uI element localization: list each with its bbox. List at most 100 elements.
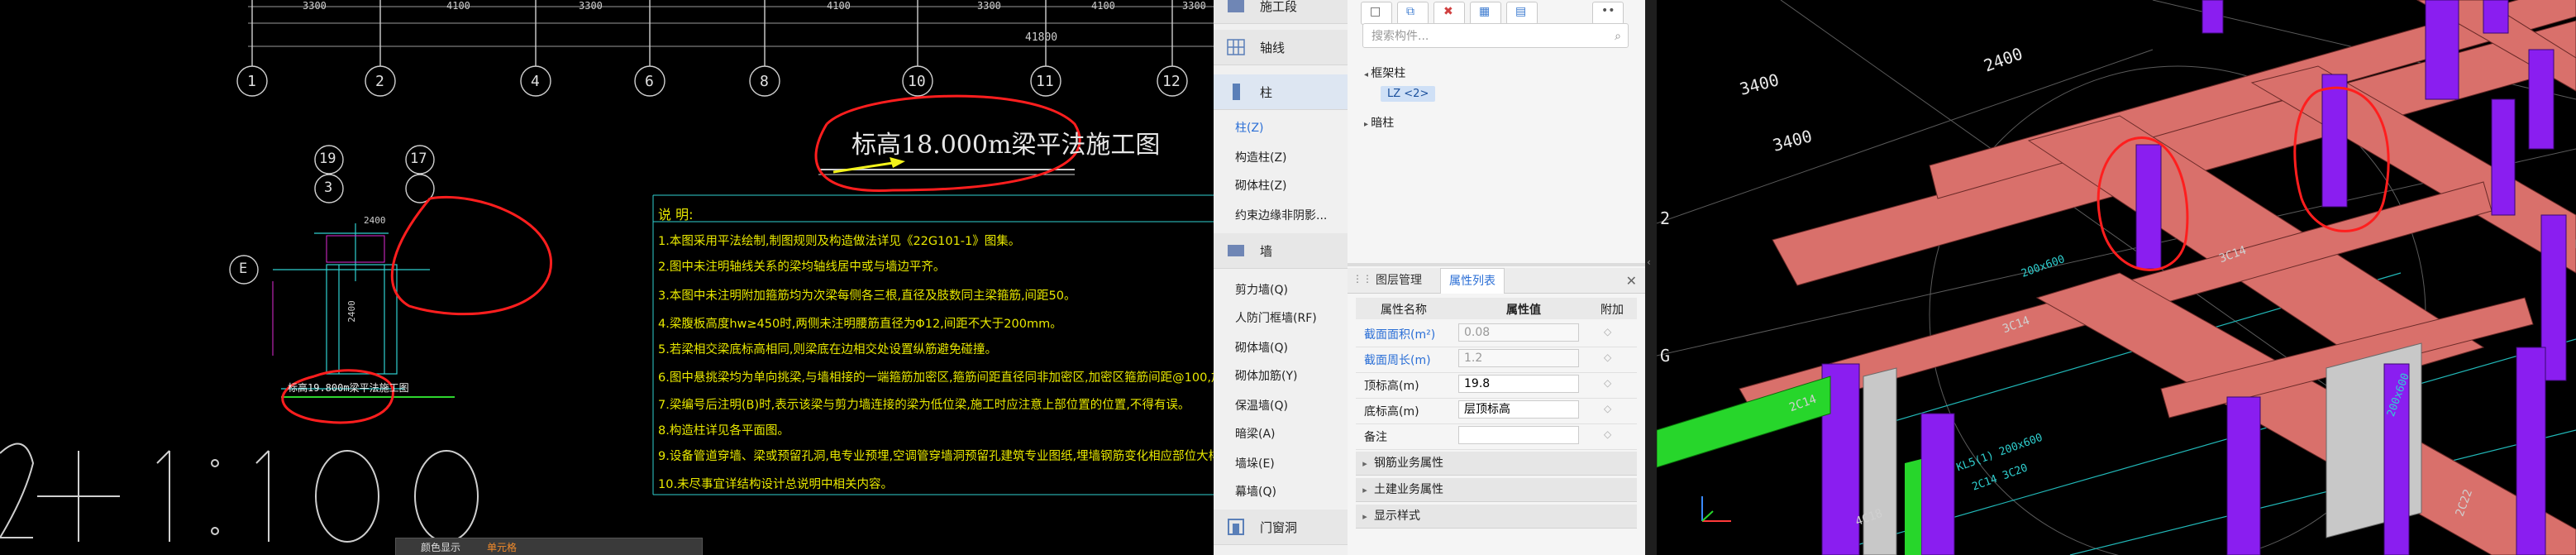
section-label: 钢筋业务属性 xyxy=(1374,457,1443,470)
row-value-input[interactable] xyxy=(1458,426,1579,444)
tree-node-dark-column[interactable]: ▸ 暗柱 xyxy=(1364,114,1394,131)
cad-status-toolbar[interactable]: 颜色显示 单元格 xyxy=(395,538,703,555)
tab-attribute-list[interactable]: 属性列表 xyxy=(1440,268,1505,294)
new-icon: □ xyxy=(1370,5,1381,18)
header-value: 属性值 xyxy=(1506,304,1541,317)
sidebar-item-column-z[interactable]: 柱(Z) xyxy=(1235,119,1264,136)
properties-tabs: ⋮⋮ 图层管理 属性列表 ✕ xyxy=(1348,268,1645,294)
selected-component-tag[interactable]: LZ <2> xyxy=(1381,86,1436,102)
tab-layer-management[interactable]: 图层管理 xyxy=(1367,268,1430,293)
group-door-window[interactable]: 门窗洞 xyxy=(1214,510,1348,545)
row-name: 截面面积(m²) xyxy=(1364,328,1436,342)
detail-dimension-a: 2400 xyxy=(364,215,386,226)
sidebar-item-hidden-beam[interactable]: 暗梁(A) xyxy=(1235,425,1276,442)
axis-label-11: 11 xyxy=(1036,73,1054,90)
sidebar-item-construction-column[interactable]: 构造柱(Z) xyxy=(1235,149,1287,165)
axis-label-19: 19 xyxy=(319,151,336,167)
group-construction-segment[interactable]: 施工段 xyxy=(1214,0,1348,24)
collapse-icon[interactable]: ‹ xyxy=(1647,256,1651,268)
row-value-input[interactable]: 19.8 xyxy=(1458,375,1579,393)
color-display-toggle[interactable]: 颜色显示 xyxy=(421,540,460,554)
axis-marker-G: G xyxy=(1660,346,1671,366)
axis-label-8: 8 xyxy=(760,73,769,90)
new-component-button[interactable]: □ xyxy=(1361,2,1392,25)
delete-button[interactable]: ✖ xyxy=(1433,2,1465,25)
tree-node-dark-column-label: 暗柱 xyxy=(1371,117,1395,130)
properties-panel: □ ⧉ ✖ ▦ ▤ •• 搜索构件... ⌕ ◂ 框架柱 LZ <2> ▸ 暗柱… xyxy=(1348,0,1645,555)
3d-model-viewport[interactable]: 3400 2400 3400 2 G 3C14 3C14 2C14 4C18 2… xyxy=(1657,0,2576,555)
sidebar-item-masonry-column[interactable]: 砌体柱(Z) xyxy=(1235,177,1287,194)
more-icon: •• xyxy=(1601,4,1615,17)
panel-splitter[interactable]: ‹ xyxy=(1645,0,1657,555)
component-search-input[interactable]: 搜索构件... ⌕ xyxy=(1362,23,1629,48)
group-wall[interactable]: 墙 xyxy=(1214,233,1348,269)
table-row: 备注 ◇ xyxy=(1356,423,1637,450)
note-line-4: 4.梁腹板高度hw≥450时,两侧未注明腰筋直径为Φ12,间距不大于200mm。 xyxy=(658,318,1062,331)
note-line-7: 7.梁编号后注明(B)时,表示该梁与剪力墙连接的梁为低位梁,施工时应注意上部位置… xyxy=(658,399,1190,412)
more-button[interactable]: •• xyxy=(1592,2,1624,25)
sidebar-item-insulation-wall[interactable]: 保温墙(Q) xyxy=(1235,397,1288,414)
section-rebar-attributes[interactable]: ▸ 钢筋业务属性 xyxy=(1356,452,1637,476)
filter-button[interactable]: ▤ xyxy=(1506,2,1538,25)
row-checkbox[interactable]: ◇ xyxy=(1604,403,1611,414)
dimension-3300-a: 3300 xyxy=(303,0,327,12)
chevron-right-icon: ▸ xyxy=(1362,511,1367,522)
table-row: 截面面积(m²) 0.08 ◇ xyxy=(1356,321,1637,347)
note-line-5: 5.若梁相交梁底标高相同,则梁底在边相交处设置纵筋避免碰撞。 xyxy=(658,343,997,356)
search-placeholder: 搜索构件... xyxy=(1371,30,1429,43)
row-checkbox[interactable]: ◇ xyxy=(1604,326,1611,337)
total-dimension: 41800 xyxy=(1025,31,1058,44)
sidebar-item-civil-defense-frame[interactable]: 人防门框墙(RF) xyxy=(1235,309,1317,326)
attribute-table-header: 属性名称 属性值 附加 xyxy=(1356,298,1637,319)
construction-segment-icon xyxy=(1228,0,1244,12)
section-civil-attributes[interactable]: ▸ 土建业务属性 xyxy=(1356,478,1637,502)
header-extra: 附加 xyxy=(1600,304,1624,317)
component-sidebar: 施工段 轴线 柱 柱(Z) 构造柱(Z) 砌体柱(Z) 约束边缘非阴影... 墙… xyxy=(1214,0,1348,555)
tree-node-frame-column[interactable]: ◂ 框架柱 xyxy=(1364,65,1405,81)
header-name: 属性名称 xyxy=(1381,304,1427,317)
sidebar-item-constraint-edge[interactable]: 约束边缘非阴影... xyxy=(1235,207,1327,223)
sidebar-item-shear-wall[interactable]: 剪力墙(Q) xyxy=(1235,281,1288,298)
group-column-label: 柱 xyxy=(1260,84,1273,100)
close-icon[interactable]: ✕ xyxy=(1626,273,1637,289)
layer-icon: ▦ xyxy=(1479,5,1491,18)
sidebar-item-masonry-wall[interactable]: 砌体墙(Q) xyxy=(1235,339,1288,356)
table-row: 底标高(m) 层顶标高 ◇ xyxy=(1356,398,1637,424)
section-display-style[interactable]: ▸ 显示样式 xyxy=(1356,505,1637,529)
note-line-3: 3.本图中未注明附加箍筋均为次梁每侧各三根,直径及肢数同主梁箍筋,间距50。 xyxy=(658,289,1076,303)
panel-divider[interactable] xyxy=(1348,263,1645,266)
dimension-3300-b: 3300 xyxy=(579,0,603,12)
group-construction-segment-label: 施工段 xyxy=(1260,0,1298,14)
axis-marker-2: 2 xyxy=(1660,208,1671,228)
wall-icon xyxy=(1228,245,1244,256)
column-icon xyxy=(1233,84,1240,100)
row-value: 1.2 xyxy=(1458,349,1579,367)
cad-linework xyxy=(0,0,1214,543)
table-row: 顶标高(m) 19.8 ◇ xyxy=(1356,372,1637,399)
row-value-input[interactable]: 层顶标高 xyxy=(1458,400,1579,419)
chevron-down-icon: ◂ xyxy=(1364,70,1371,79)
detail-dimension-b: 2400 xyxy=(346,300,357,323)
layer-button[interactable]: ▦ xyxy=(1470,2,1501,25)
sidebar-item-masonry-rebar[interactable]: 砌体加筋(Y) xyxy=(1235,367,1297,384)
sidebar-item-wall-pier[interactable]: 墙垛(E) xyxy=(1235,455,1275,471)
section-label: 土建业务属性 xyxy=(1374,483,1443,496)
drawing-title: 标高18.000m梁平法施工图 xyxy=(852,131,1161,160)
cad-drawing-canvas[interactable]: 3300 4100 3300 4100 3300 4100 3300 41800… xyxy=(0,0,1214,555)
group-axis[interactable]: 轴线 xyxy=(1214,30,1348,65)
sidebar-item-curtain-wall[interactable]: 幕墙(Q) xyxy=(1235,483,1276,500)
row-name: 截面周长(m) xyxy=(1364,354,1431,367)
dimension-3300-c: 3300 xyxy=(977,0,1001,12)
cell-selector[interactable]: 单元格 xyxy=(487,540,517,554)
row-checkbox[interactable]: ◇ xyxy=(1604,352,1611,363)
copy-button[interactable]: ⧉ xyxy=(1397,2,1429,25)
3d-structure-render xyxy=(1657,0,2576,555)
filter-icon: ▤ xyxy=(1515,5,1527,18)
dimension-4100-b: 4100 xyxy=(827,0,851,12)
row-checkbox[interactable]: ◇ xyxy=(1604,377,1611,389)
row-checkbox[interactable]: ◇ xyxy=(1604,428,1611,440)
note-line-8: 8.构造柱详见各平面图。 xyxy=(658,424,789,438)
axis-label-3: 3 xyxy=(324,179,333,196)
group-column[interactable]: 柱 xyxy=(1214,74,1348,110)
axis-label-6: 6 xyxy=(645,73,654,90)
